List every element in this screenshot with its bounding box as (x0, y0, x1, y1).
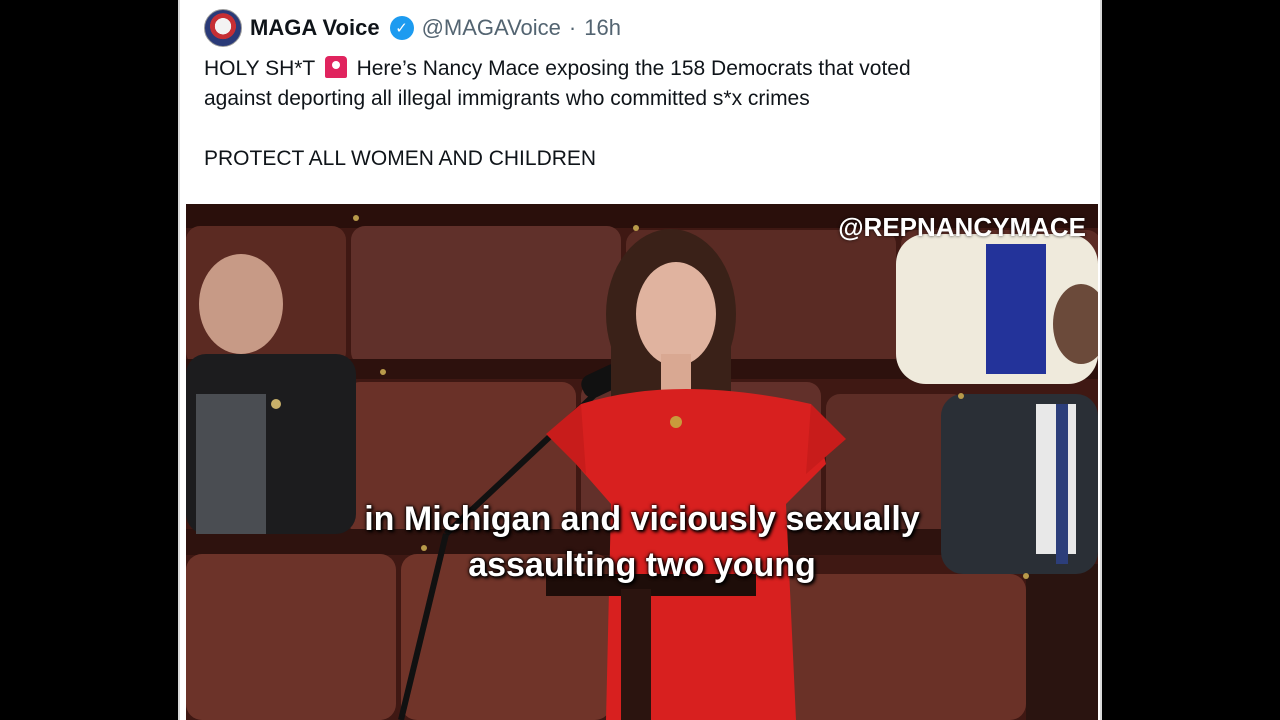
verified-badge-icon: ✓ (389, 16, 414, 40)
video-caption-line1: in Michigan and viciously sexually (364, 500, 920, 538)
tweet-text-line1: HOLY SH*T Here’s Nancy Mace exposing the… (204, 54, 1084, 84)
display-name[interactable]: MAGA Voice (250, 15, 380, 41)
user-handle[interactable]: @MAGAVoice (422, 15, 561, 41)
tweet-header: MAGA Voice ✓ @MAGAVoice · 16h (204, 8, 621, 48)
tweet-card[interactable]: MAGA Voice ✓ @MAGAVoice · 16h HOLY SH*T … (178, 0, 1102, 720)
siren-icon (324, 56, 347, 78)
tweet-text-line3: PROTECT ALL WOMEN AND CHILDREN (204, 147, 597, 170)
tweet-text-intro: HOLY SH*T (204, 57, 315, 80)
tweet-text: HOLY SH*T Here’s Nancy Mace exposing the… (204, 54, 1084, 174)
video-caption-line2: assaulting two young (468, 546, 816, 584)
video-watermark: @REPNANCYMACE (838, 212, 1086, 242)
avatar[interactable] (204, 9, 242, 47)
video-frame (186, 204, 1098, 720)
video-player[interactable]: @REPNANCYMACE in Michigan and viciously … (186, 204, 1098, 720)
timestamp[interactable]: 16h (584, 15, 621, 41)
separator-dot: · (568, 15, 577, 40)
tweet-text-line2: against deporting all illegal immigrants… (204, 87, 810, 110)
tweet-text-body: Here’s Nancy Mace exposing the 158 Democ… (356, 57, 911, 80)
